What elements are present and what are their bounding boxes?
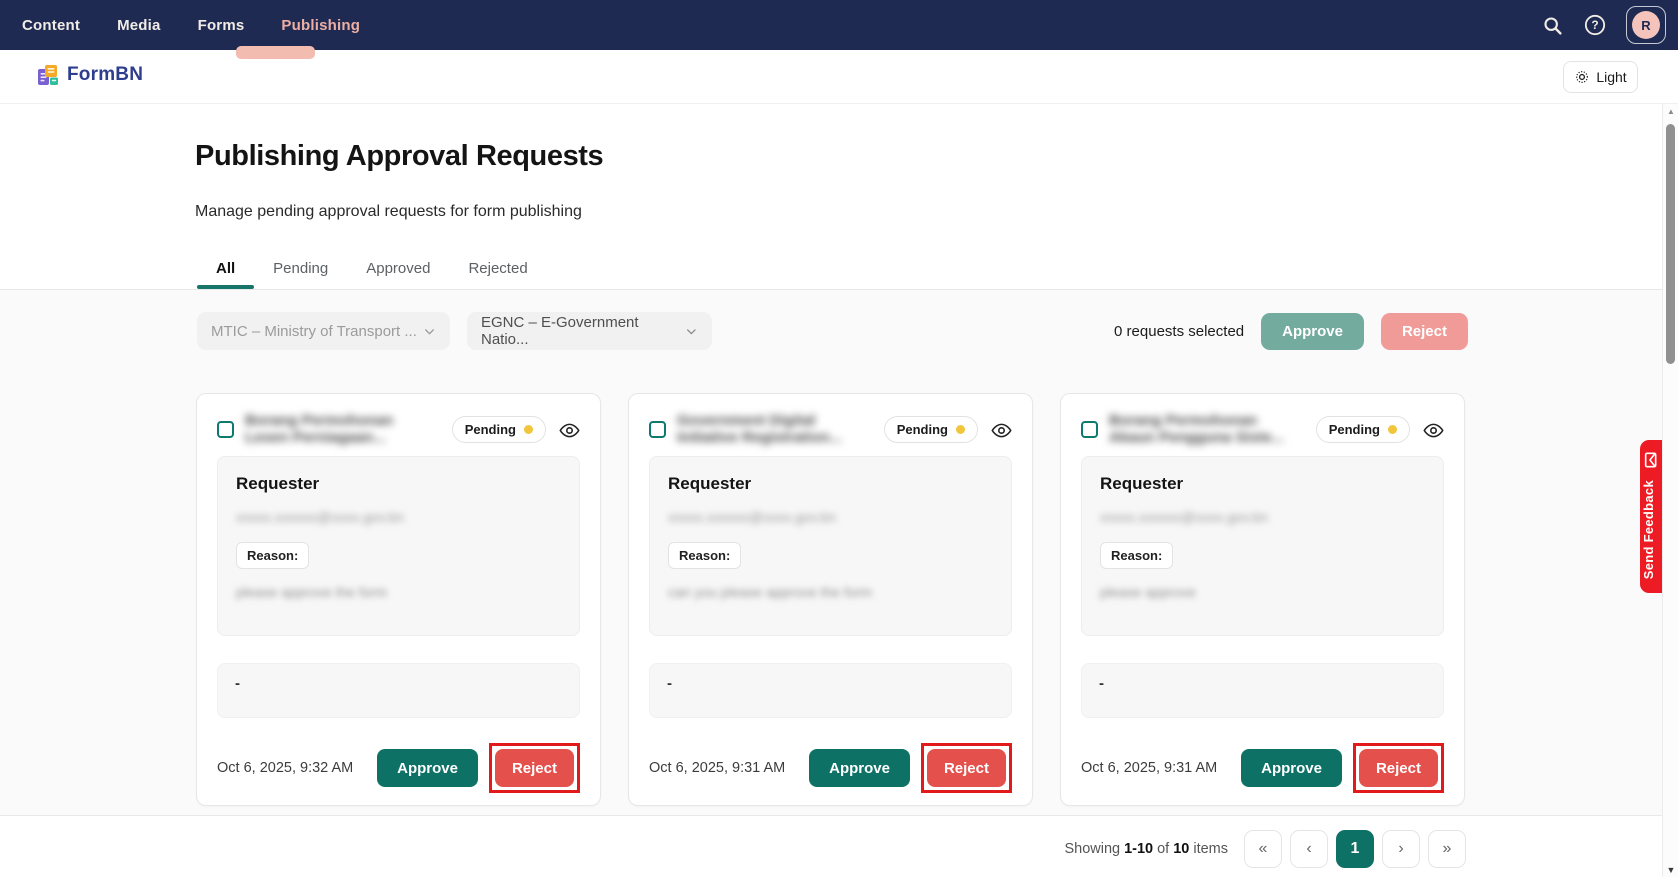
formbn-logo-icon — [36, 63, 60, 87]
pending-dot-icon — [1388, 425, 1397, 434]
form-title-blurred: Government DigitalInitiative Registratio… — [677, 412, 853, 446]
reason-text-blurred: please approve — [1100, 584, 1425, 600]
help-icon[interactable]: ? — [1583, 13, 1607, 37]
approve-button[interactable]: Approve — [1241, 749, 1342, 787]
next-page-button[interactable]: › — [1382, 830, 1420, 868]
requester-heading: Requester — [668, 474, 993, 494]
pagination-summary: Showing1-10of10items — [1064, 841, 1228, 857]
chevron-down-icon — [423, 325, 436, 338]
reason-label: Reason: — [236, 542, 309, 569]
active-tab-indicator — [236, 46, 315, 59]
agency-filter-dropdown[interactable]: EGNC – E-Government Natio... — [467, 312, 712, 350]
tab-pending[interactable]: Pending — [254, 248, 347, 289]
requester-email-blurred: xxxxx.xxxxxx@xxxx.gov.bn — [236, 509, 561, 525]
status-badge: Pending — [884, 416, 978, 443]
requester-email-blurred: xxxxx.xxxxxx@xxxx.gov.bn — [668, 509, 993, 525]
brand-logo[interactable]: FormBN — [36, 63, 143, 87]
eye-icon[interactable] — [559, 420, 580, 446]
user-menu[interactable]: R — [1626, 6, 1666, 44]
request-card-2: Government DigitalInitiative Registratio… — [628, 393, 1033, 806]
svg-text:?: ? — [1591, 18, 1598, 32]
pending-dot-icon — [956, 425, 965, 434]
comment-panel: - — [649, 663, 1012, 718]
ministry-filter-value: MTIC – Ministry of Transport ... — [211, 323, 417, 340]
reason-text-blurred: please approve the form — [236, 584, 561, 600]
chevron-down-icon — [685, 325, 698, 338]
annotation-highlight-box: Reject — [921, 743, 1012, 793]
approve-button[interactable]: Approve — [809, 749, 910, 787]
first-page-button[interactable]: « — [1244, 830, 1282, 868]
request-checkbox[interactable] — [649, 421, 666, 438]
comment-panel: - — [217, 663, 580, 718]
scroll-up-arrow[interactable]: ▲ — [1663, 107, 1678, 116]
ministry-filter-dropdown[interactable]: MTIC – Ministry of Transport ... — [197, 312, 450, 350]
page-title: Publishing Approval Requests — [195, 140, 603, 173]
page-1-button[interactable]: 1 — [1336, 830, 1374, 868]
bulk-actions: 0 requests selected Approve Reject — [1114, 312, 1468, 350]
reason-label: Reason: — [1100, 542, 1173, 569]
prev-page-button[interactable]: ‹ — [1290, 830, 1328, 868]
vertical-scrollbar: ▲ ▼ — [1662, 104, 1678, 877]
request-checkbox[interactable] — [1081, 421, 1098, 438]
request-card-1: Borang PermohonanLesen Perniagaan... Pen… — [196, 393, 601, 806]
reason-text-blurred: can you please approve the form — [668, 584, 993, 600]
request-date: Oct 6, 2025, 9:31 AM — [1081, 760, 1217, 776]
bulk-approve-button[interactable]: Approve — [1261, 313, 1364, 350]
tab-approved[interactable]: Approved — [347, 248, 449, 289]
last-page-button[interactable]: » — [1428, 830, 1466, 868]
nav-item-content[interactable]: Content — [22, 17, 80, 34]
agency-filter-value: EGNC – E-Government Natio... — [481, 314, 685, 348]
brand-name: FormBN — [67, 64, 143, 86]
tab-all[interactable]: All — [197, 248, 254, 289]
approve-button[interactable]: Approve — [377, 749, 478, 787]
comment-panel: - — [1081, 663, 1444, 718]
theme-toggle-button[interactable]: Light — [1563, 61, 1638, 93]
requester-panel: Requester xxxxx.xxxxxx@xxxx.gov.bn Reaso… — [217, 456, 580, 636]
reason-label: Reason: — [668, 542, 741, 569]
request-cards: Borang PermohonanLesen Perniagaan... Pen… — [196, 393, 1465, 806]
request-date: Oct 6, 2025, 9:32 AM — [217, 760, 353, 776]
request-checkbox[interactable] — [217, 421, 234, 438]
form-title-blurred: Borang PermohonanLesen Perniagaan... — [245, 412, 421, 446]
requester-heading: Requester — [1100, 474, 1425, 494]
annotation-highlight-box: Reject — [489, 743, 580, 793]
tab-rejected[interactable]: Rejected — [449, 248, 546, 289]
requester-panel: Requester xxxxx.xxxxxx@xxxx.gov.bn Reaso… — [1081, 456, 1444, 636]
send-feedback-label: Send Feedback — [1641, 480, 1656, 579]
form-title-blurred: Borang PermohonanAkaun Pengguna Siste... — [1109, 412, 1285, 446]
eye-icon[interactable] — [991, 420, 1012, 446]
pagination: Showing1-10of10items « ‹ 1 › » — [1064, 830, 1466, 868]
pending-dot-icon — [524, 425, 533, 434]
search-icon[interactable] — [1540, 13, 1564, 37]
annotation-highlight-box: Reject — [1353, 743, 1444, 793]
status-tabs: All Pending Approved Rejected — [197, 248, 547, 289]
avatar: R — [1632, 11, 1660, 39]
eye-icon[interactable] — [1423, 420, 1444, 446]
page-subtitle: Manage pending approval requests for for… — [195, 203, 582, 221]
request-date: Oct 6, 2025, 9:31 AM — [649, 760, 785, 776]
sun-icon — [1574, 69, 1590, 85]
nav-item-media[interactable]: Media — [117, 17, 161, 34]
nav-item-publishing[interactable]: Publishing — [281, 17, 360, 34]
request-card-3: Borang PermohonanAkaun Pengguna Siste...… — [1060, 393, 1465, 806]
reject-button[interactable]: Reject — [1359, 749, 1438, 787]
requester-email-blurred: xxxxx.xxxxxx@xxxx.gov.bn — [1100, 509, 1425, 525]
scrollbar-thumb[interactable] — [1666, 124, 1675, 364]
reject-button[interactable]: Reject — [495, 749, 574, 787]
bulk-reject-button[interactable]: Reject — [1381, 313, 1468, 350]
scroll-down-arrow[interactable]: ▼ — [1663, 865, 1678, 875]
status-badge: Pending — [1316, 416, 1410, 443]
requester-heading: Requester — [236, 474, 561, 494]
reject-button[interactable]: Reject — [927, 749, 1006, 787]
status-badge: Pending — [452, 416, 546, 443]
requester-panel: Requester xxxxx.xxxxxx@xxxx.gov.bn Reaso… — [649, 456, 1012, 636]
envelope-icon — [1643, 452, 1659, 468]
selected-count: 0 requests selected — [1114, 323, 1244, 340]
top-navigation: Content Media Forms Publishing ? R — [0, 0, 1678, 50]
theme-toggle-label: Light — [1596, 69, 1626, 85]
nav-item-forms[interactable]: Forms — [198, 17, 245, 34]
